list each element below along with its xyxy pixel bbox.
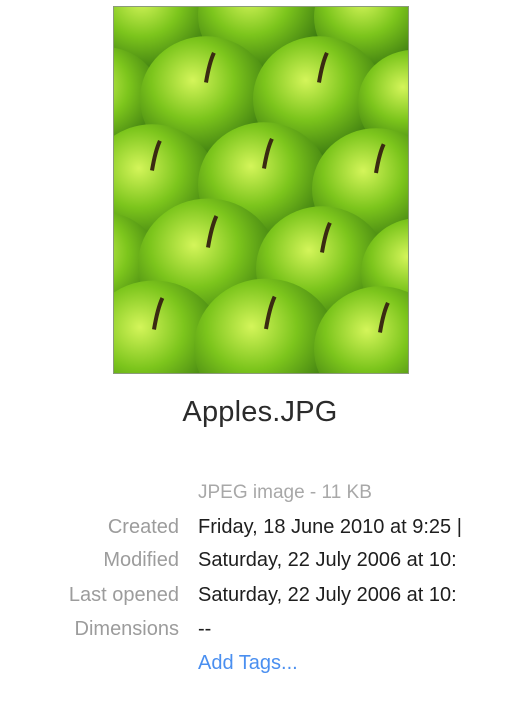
modified-value: Saturday, 22 July 2006 at 10: — [198, 549, 457, 571]
info-row-dimensions: Dimensions -- — [0, 618, 520, 648]
add-tags-link[interactable]: Add Tags... — [198, 652, 298, 675]
info-row-modified: Modified Saturday, 22 July 2006 at 10: — [0, 549, 520, 579]
modified-label: Modified — [103, 549, 179, 571]
file-kind-size: JPEG image - 11 KB — [198, 482, 372, 503]
file-info-panel: Apples.JPG JPEG image - 11 KB Created Fr… — [0, 0, 520, 704]
apples-image — [114, 7, 408, 373]
image-preview — [113, 6, 409, 374]
last-opened-label: Last opened — [68, 584, 179, 606]
dimensions-value: -- — [198, 618, 212, 640]
created-label: Created — [107, 516, 179, 538]
info-row-last-opened: Last opened Saturday, 22 July 2006 at 10… — [0, 584, 520, 614]
created-value: Friday, 18 June 2010 at 9:25 | — [198, 516, 462, 538]
last-opened-value: Saturday, 22 July 2006 at 10: — [198, 584, 457, 606]
info-row-created: Created Friday, 18 June 2010 at 9:25 | — [0, 516, 520, 546]
file-name: Apples.JPG — [182, 396, 338, 428]
dimensions-label: Dimensions — [74, 618, 179, 640]
